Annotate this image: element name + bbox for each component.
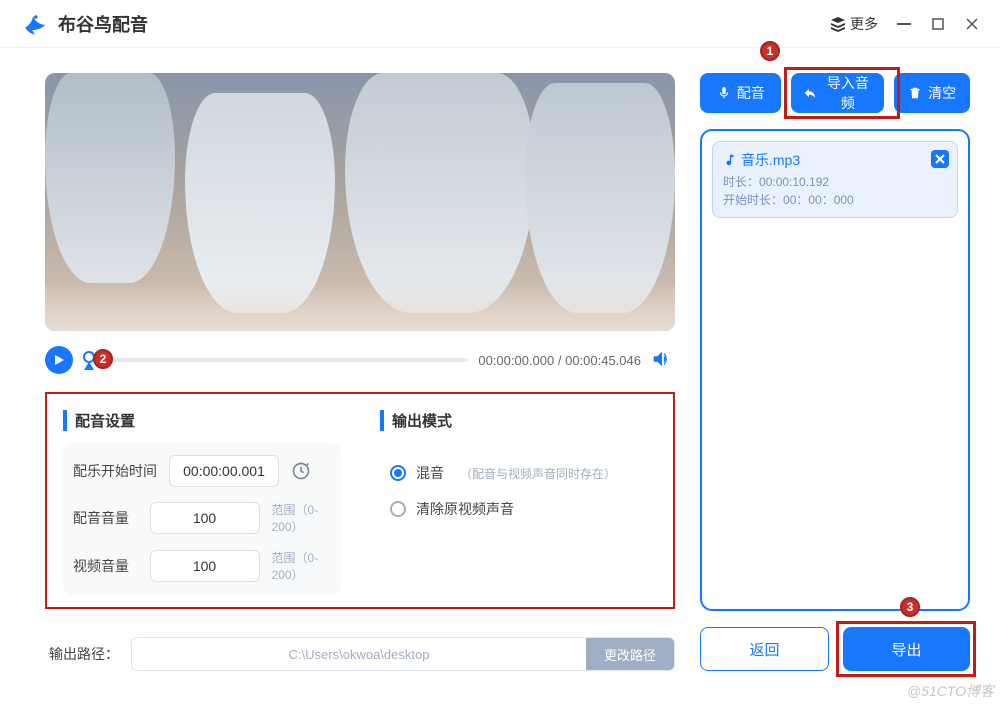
- remove-radio[interactable]: [390, 501, 406, 517]
- output-path-box: C:\Users\okwoa\desktop 更改路径: [131, 637, 675, 671]
- change-path-button[interactable]: 更改路径: [586, 638, 674, 670]
- bottom-buttons: 3 返回 导出: [700, 627, 970, 671]
- remove-radio-row[interactable]: 清除原视频声音: [390, 499, 649, 519]
- titlebar: 布谷鸟配音 更多: [0, 0, 1000, 48]
- import-audio-button[interactable]: 导入音频: [791, 73, 884, 113]
- dub-volume-hint: 范围（0-200）: [272, 501, 332, 535]
- time-label: 00:00:00.000 / 00:00:45.046: [478, 353, 641, 368]
- audio-delete-button[interactable]: [931, 150, 949, 168]
- play-button[interactable]: [45, 346, 73, 374]
- record-button[interactable]: 配音: [700, 73, 781, 113]
- app-logo: [20, 10, 48, 38]
- close-button[interactable]: [964, 16, 980, 32]
- annotation-2: 2: [93, 349, 113, 369]
- reply-icon: [803, 86, 817, 100]
- output-path-row: 输出路径： C:\Users\okwoa\desktop 更改路径: [45, 637, 675, 671]
- title-right: 更多: [830, 14, 980, 34]
- mic-icon: [717, 86, 731, 100]
- marker-triangle-icon: [84, 362, 94, 370]
- minimize-button[interactable]: [896, 16, 912, 32]
- annotation-3: 3: [900, 597, 920, 617]
- start-time-label: 配乐开始时间: [73, 461, 157, 481]
- trash-icon: [908, 86, 922, 100]
- dub-volume-input[interactable]: [150, 502, 260, 534]
- clear-button[interactable]: 清空: [894, 73, 970, 113]
- output-path-value: C:\Users\okwoa\desktop: [132, 638, 586, 670]
- title-left: 布谷鸟配音: [20, 10, 148, 38]
- mix-radio[interactable]: [390, 465, 406, 481]
- remove-label: 清除原视频声音: [416, 499, 514, 519]
- dub-settings-panel: 配音设置 配乐开始时间 配音音量 范围（0-200） 视频音量: [49, 396, 354, 605]
- annotation-1: 1: [760, 41, 780, 61]
- music-icon: [723, 153, 737, 167]
- top-buttons: 1 配音 导入音频 清空: [700, 73, 970, 113]
- audio-item[interactable]: 音乐.mp3 时长：00:00:10.192 开始时长：00：00：000: [712, 141, 958, 218]
- mix-hint: （配音与视频声音同时存在）: [460, 465, 616, 482]
- back-button[interactable]: 返回: [700, 627, 829, 671]
- settings-section: 配音设置 配乐开始时间 配音音量 范围（0-200） 视频音量: [45, 392, 675, 609]
- video-volume-input[interactable]: [150, 550, 260, 582]
- app-title: 布谷鸟配音: [58, 11, 148, 37]
- more-button[interactable]: 更多: [830, 14, 878, 34]
- video-preview[interactable]: [45, 73, 675, 331]
- volume-button[interactable]: [651, 348, 675, 372]
- mix-radio-row[interactable]: 混音 （配音与视频声音同时存在）: [390, 463, 649, 483]
- output-path-label: 输出路径：: [49, 644, 119, 664]
- audio-list: 音乐.mp3 时长：00:00:10.192 开始时长：00：00：000: [700, 129, 970, 611]
- close-icon: [935, 154, 945, 164]
- output-mode-panel: 输出模式 混音 （配音与视频声音同时存在） 清除原视频声音: [366, 396, 671, 605]
- video-volume-label: 视频音量: [73, 556, 138, 576]
- dub-settings-title: 配音设置: [63, 410, 342, 431]
- volume-icon: [651, 348, 673, 370]
- maximize-button[interactable]: [930, 16, 946, 32]
- player-bar: 2 00:00:00.000 / 00:00:45.046: [45, 346, 675, 374]
- play-icon: [53, 354, 65, 366]
- export-button[interactable]: 导出: [843, 627, 970, 671]
- dub-volume-label: 配音音量: [73, 508, 138, 528]
- start-time-input[interactable]: [169, 455, 279, 487]
- watermark: @51CTO博客: [907, 681, 994, 701]
- stack-icon: [830, 16, 846, 32]
- clock-icon[interactable]: [291, 461, 311, 481]
- video-volume-hint: 范围（0-200）: [272, 549, 332, 583]
- output-mode-title: 输出模式: [380, 410, 659, 431]
- audio-meta: 时长：00:00:10.192 开始时长：00：00：000: [723, 173, 947, 209]
- mix-label: 混音: [416, 463, 444, 483]
- audio-file-name: 音乐.mp3: [723, 150, 947, 170]
- progress-track[interactable]: [105, 358, 468, 362]
